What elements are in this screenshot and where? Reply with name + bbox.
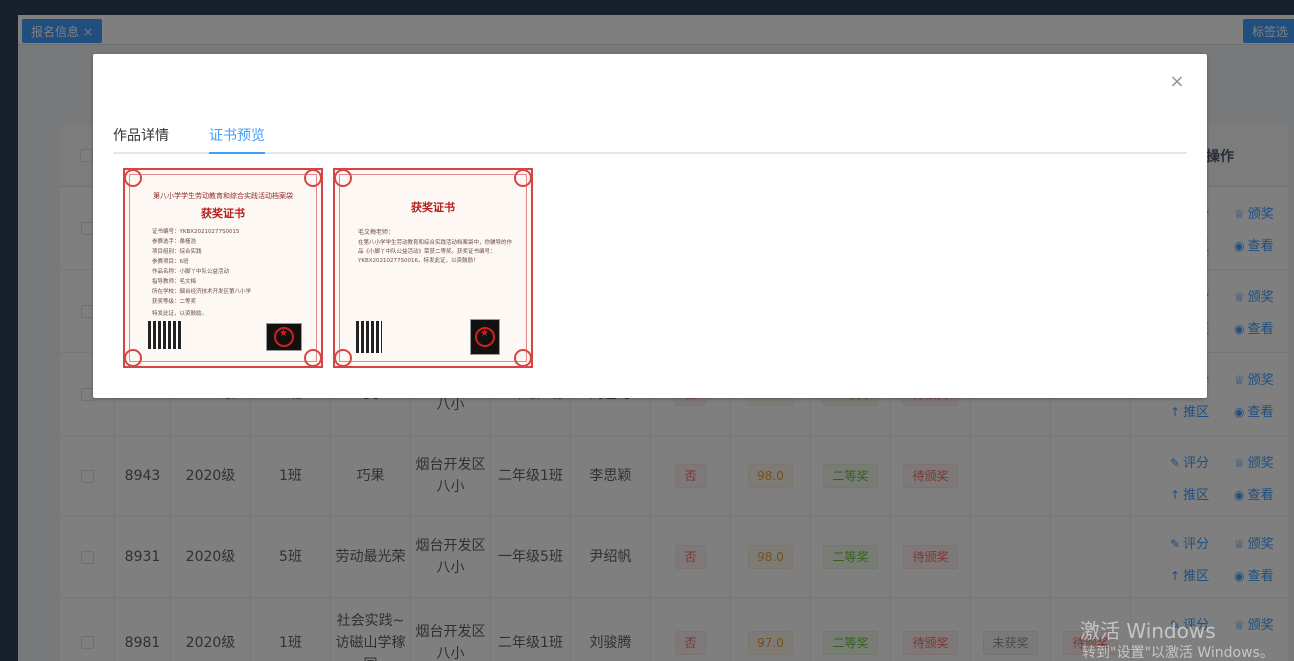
ornament-icon — [124, 169, 142, 187]
qr-code-icon — [356, 321, 382, 353]
seal-icon — [470, 319, 500, 355]
certificate-line: 获奖等级：二等奖 — [152, 299, 197, 305]
tab-certificate-preview[interactable]: 证书预览 — [209, 125, 265, 154]
windows-activation-hint: 转到"设置"以激活 Windows。 — [1082, 645, 1274, 661]
certificate-header: 第八小学学生劳动教育和综合实践活动档案袋 — [153, 192, 293, 200]
certificate-line: 证书编号：YKBX20210277S0015 — [152, 229, 240, 235]
ornament-icon — [124, 349, 142, 367]
certificate-line: 指导教师：毛文梅 — [152, 279, 197, 285]
tab-work-details[interactable]: 作品详情 — [113, 125, 169, 154]
certificate-student[interactable]: 第八小学学生劳动教育和综合实践活动档案袋 获奖证书 证书编号：YKBX20210… — [123, 168, 323, 368]
close-icon[interactable]: × — [1167, 72, 1187, 92]
certificate-dialog: × 作品详情 证书预览 第八小学学生劳动教育和综合实践活动档案袋 获奖证书 证书… — [93, 54, 1207, 398]
dialog-tabs: 作品详情 证书预览 — [113, 122, 1187, 154]
certificate-salutation: 毛文梅老师： — [358, 229, 395, 236]
certificate-body: 在第八小学学生劳动教育和综合实践活动档案袋中，你辅导的作品《小脚丫中队公益活动》… — [358, 240, 513, 264]
ornament-icon — [304, 169, 322, 187]
certificate-list: 第八小学学生劳动教育和综合实践活动档案袋 获奖证书 证书编号：YKBX20210… — [113, 162, 1187, 378]
ornament-icon — [334, 169, 352, 187]
certificate-line: 所在学校：烟台经济技术开发区第八小学 — [152, 289, 252, 295]
ornament-icon — [304, 349, 322, 367]
active-tab-indicator — [209, 152, 265, 154]
certificate-teacher[interactable]: 获奖证书 毛文梅老师： 在第八小学学生劳动教育和综合实践活动档案袋中，你辅导的作… — [333, 168, 533, 368]
certificate-line: 项目组别：综合实践 — [152, 249, 202, 255]
certificate-line: 作品名称：小脚丫中队公益活动 — [152, 269, 230, 275]
qr-code-icon — [148, 321, 182, 349]
seal-icon — [266, 323, 302, 351]
certificate-line: 参赛选手：桑槿浩 — [152, 239, 197, 245]
ornament-icon — [514, 169, 532, 187]
certificate-closing: 特发此证，以资鼓励。 — [152, 311, 208, 317]
certificate-line: 参赛项目：6班 — [152, 259, 189, 265]
ornament-icon — [334, 349, 352, 367]
certificate-title: 获奖证书 — [411, 201, 455, 214]
windows-activation-title: 激活 Windows — [1080, 619, 1216, 643]
certificate-title: 获奖证书 — [201, 207, 245, 220]
ornament-icon — [514, 349, 532, 367]
